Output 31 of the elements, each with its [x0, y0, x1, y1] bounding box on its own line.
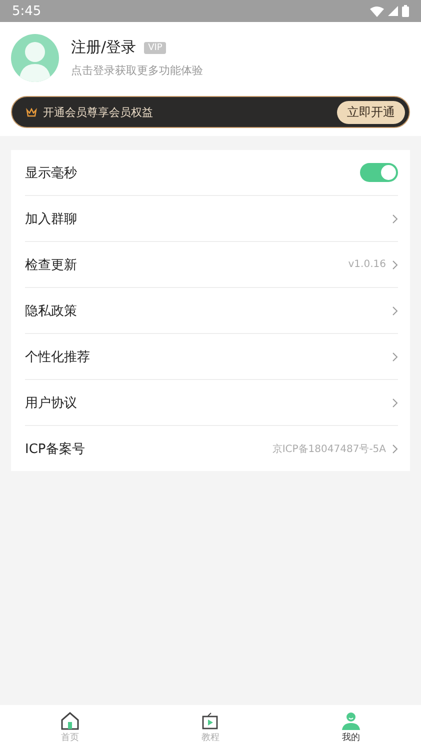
- setting-value: 京ICP备18047487号-5A: [272, 442, 386, 456]
- signal-icon: [388, 6, 398, 16]
- chevron-icon: [392, 306, 398, 316]
- setting-value: v1.0.16: [348, 259, 386, 270]
- setting-label[interactable]: 检查更新: [25, 256, 342, 274]
- setting-label[interactable]: 隐私政策: [25, 302, 386, 320]
- wifi-icon: [370, 6, 384, 16]
- nav-tab[interactable]: 我的: [280, 705, 421, 750]
- home-icon: [60, 712, 80, 730]
- activate-button[interactable]: 立即开通: [337, 100, 405, 124]
- chevron-icon: [392, 444, 398, 454]
- setting-label[interactable]: 显示毫秒: [25, 164, 354, 182]
- chevron-icon: [392, 398, 398, 408]
- avatar-icon[interactable]: [11, 34, 59, 82]
- chevron-icon: [392, 214, 398, 224]
- toggle-switch[interactable]: [360, 163, 398, 182]
- battery-icon: [402, 5, 409, 17]
- setting-label[interactable]: 个性化推荐: [25, 348, 386, 366]
- login-link[interactable]: 注册/登录: [71, 38, 136, 57]
- crown-icon: [26, 108, 37, 116]
- chevron-icon: [392, 260, 398, 270]
- vip-banner-text: 开通会员尊享会员权益: [43, 104, 154, 120]
- setting-label[interactable]: 加入群聊: [25, 210, 386, 228]
- chevron-icon: [392, 352, 398, 362]
- setting-label[interactable]: 用户协议: [25, 394, 386, 412]
- setting-label[interactable]: ICP备案号: [25, 440, 266, 458]
- login-hint: 点击登录获取更多功能体验: [71, 63, 203, 78]
- status-time: 5:45: [12, 4, 42, 18]
- user-icon: [340, 712, 361, 730]
- tv-icon: [201, 712, 220, 730]
- vip-badge: VIP: [144, 42, 166, 54]
